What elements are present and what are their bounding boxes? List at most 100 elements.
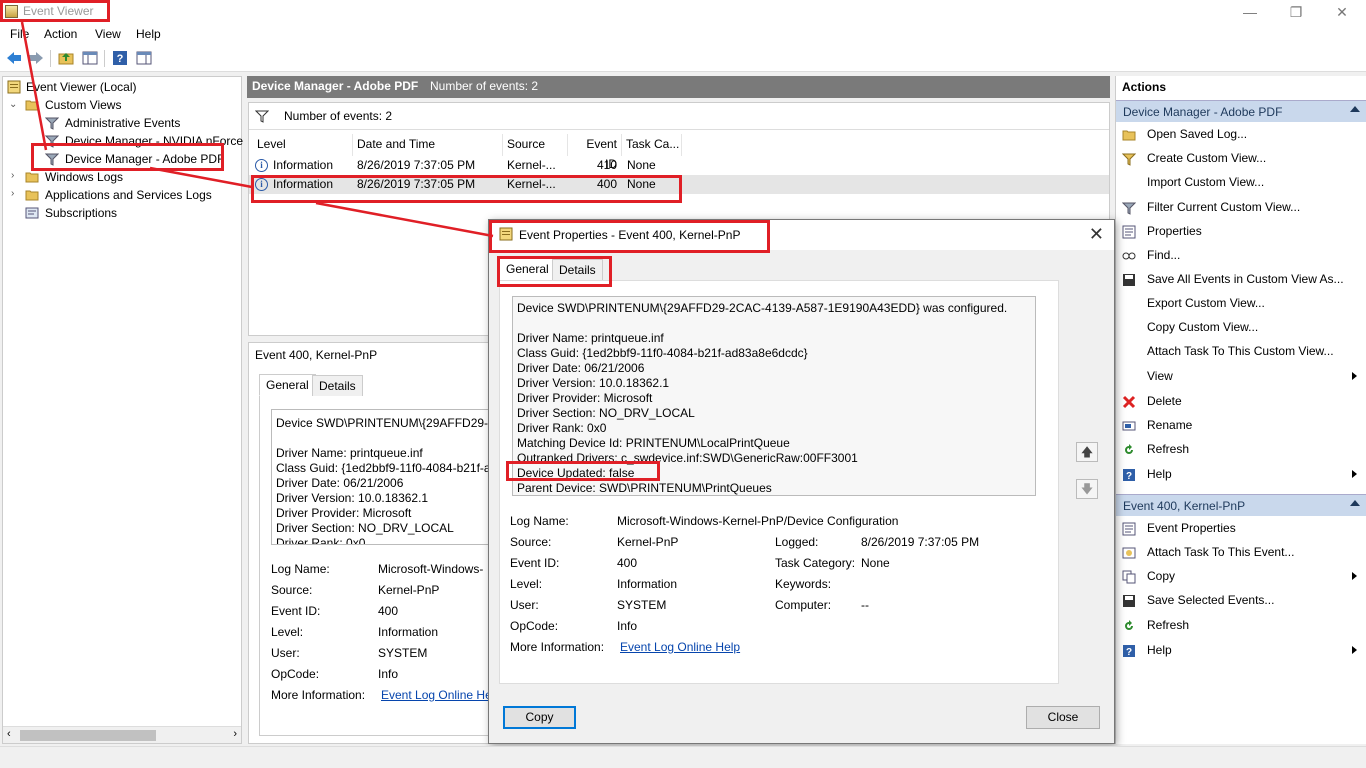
help-icon[interactable]: ? xyxy=(111,49,129,67)
row-event-id: 400 xyxy=(597,177,618,191)
section-label: Device Manager - Adobe PDF xyxy=(1123,105,1283,119)
actions-section-view[interactable]: Device Manager - Adobe PDF xyxy=(1116,100,1366,122)
view-title: Device Manager - Adobe PDF xyxy=(252,79,419,93)
column-task-category[interactable]: Task Ca... xyxy=(622,134,682,156)
action-export-custom-view[interactable]: Export Custom View... xyxy=(1116,292,1366,314)
action-help[interactable]: ? Help xyxy=(1116,463,1366,485)
row-source: Kernel-... xyxy=(507,158,556,172)
copy-button[interactable]: Copy xyxy=(503,706,576,729)
show-hide-tree-icon[interactable] xyxy=(81,49,99,67)
action-save-all-events[interactable]: Save All Events in Custom View As... xyxy=(1116,268,1366,290)
action-label: Save Selected Events... xyxy=(1147,593,1275,607)
folder-up-icon[interactable] xyxy=(57,49,75,67)
collapse-icon[interactable] xyxy=(1350,106,1360,112)
close-window-button[interactable]: ✕ xyxy=(1319,2,1365,22)
column-source[interactable]: Source xyxy=(503,134,568,156)
next-event-arrow-icon[interactable]: 🡇 xyxy=(1076,479,1098,499)
action-label: Copy Custom View... xyxy=(1147,320,1259,334)
tree-horizontal-scrollbar[interactable]: ‹ › xyxy=(3,726,241,743)
previous-event-arrow-icon[interactable]: 🡅 xyxy=(1076,442,1098,462)
value-user: SYSTEM xyxy=(617,598,667,612)
event-log-online-help-link[interactable]: Event Log Online Help xyxy=(620,640,740,654)
desc-line: Driver Section: NO_DRV_LOCAL xyxy=(276,521,454,535)
label-user: User: xyxy=(271,646,300,660)
action-filter-current-view[interactable]: Filter Current Custom View... xyxy=(1116,196,1366,218)
actions-section-event[interactable]: Event 400, Kernel-PnP xyxy=(1116,494,1366,516)
dialog-tab-details[interactable]: Details xyxy=(552,259,603,281)
folder-icon xyxy=(25,98,39,112)
action-view[interactable]: View xyxy=(1116,365,1366,387)
action-attach-task-view[interactable]: Attach Task To This Custom View... xyxy=(1116,340,1366,362)
submenu-arrow-icon xyxy=(1352,646,1357,654)
close-button[interactable]: Close xyxy=(1026,706,1100,729)
preview-tab-details[interactable]: Details xyxy=(312,375,363,397)
action-help[interactable]: ? Help xyxy=(1116,639,1366,661)
value-source: Kernel-PnP xyxy=(378,583,440,597)
desc-line: Driver Name: printqueue.inf xyxy=(276,446,423,460)
tree-label-root: Event Viewer (Local) xyxy=(26,80,137,94)
action-copy-custom-view[interactable]: Copy Custom View... xyxy=(1116,316,1366,338)
menu-action[interactable]: Action xyxy=(44,27,77,41)
action-save-selected-events[interactable]: Save Selected Events... xyxy=(1116,589,1366,611)
label-user: User: xyxy=(510,598,539,612)
dialog-close-icon[interactable]: ✕ xyxy=(1089,224,1104,245)
minimize-button[interactable]: — xyxy=(1227,2,1273,22)
information-icon: i xyxy=(255,178,268,191)
filter-icon xyxy=(44,116,60,130)
properties-icon xyxy=(1122,224,1136,239)
tree-label-apps-services: Applications and Services Logs xyxy=(45,188,212,202)
restore-button[interactable]: ❐ xyxy=(1273,2,1319,22)
tree-label-subscriptions: Subscriptions xyxy=(45,206,118,220)
label-computer: Computer: xyxy=(775,598,832,612)
actions-pane: Actions Device Manager - Adobe PDF Open … xyxy=(1115,76,1366,744)
action-attach-task-event[interactable]: Attach Task To This Event... xyxy=(1116,541,1366,563)
action-delete[interactable]: Delete xyxy=(1116,390,1366,412)
folder-icon xyxy=(25,188,39,202)
action-refresh[interactable]: Refresh xyxy=(1116,614,1366,636)
forward-arrow-icon[interactable] xyxy=(27,49,45,67)
scroll-thumb[interactable] xyxy=(20,730,156,741)
chevron-right-icon[interactable]: › xyxy=(11,170,14,181)
value-log-name: Microsoft-Windows-Kernel-PnP/Device Conf… xyxy=(617,514,899,528)
scroll-right-icon[interactable]: › xyxy=(233,728,237,740)
event-row-selected[interactable]: i Information 8/26/2019 7:37:05 PM Kerne… xyxy=(249,175,1109,194)
event-row[interactable]: i Information 8/26/2019 7:37:05 PM Kerne… xyxy=(249,156,1109,175)
event-log-help-link[interactable]: Event Log Online He xyxy=(381,688,492,702)
desc-line: Driver Date: 06/21/2006 xyxy=(517,361,645,375)
middle-pane-header: Device Manager - Adobe PDF Number of eve… xyxy=(247,76,1110,98)
label-more-info: More Information: xyxy=(271,688,366,702)
menu-help[interactable]: Help xyxy=(136,27,161,41)
action-label: Export Custom View... xyxy=(1147,296,1265,310)
action-label: Attach Task To This Custom View... xyxy=(1147,344,1334,358)
menu-view[interactable]: View xyxy=(95,27,121,41)
menu-file[interactable]: File xyxy=(10,27,29,41)
action-import-custom-view[interactable]: Import Custom View... xyxy=(1116,171,1366,193)
action-label: Refresh xyxy=(1147,618,1190,632)
row-event-id: 410 xyxy=(597,158,618,172)
help-icon: ? xyxy=(1122,643,1136,658)
dialog-tab-general[interactable]: General xyxy=(499,258,556,280)
device-updated-line: Device Updated: false xyxy=(517,466,635,480)
column-date-time[interactable]: Date and Time xyxy=(353,134,503,156)
action-event-properties[interactable]: Event Properties xyxy=(1116,517,1366,539)
collapse-icon[interactable] xyxy=(1350,500,1360,506)
action-label: Attach Task To This Event... xyxy=(1147,545,1295,559)
show-action-pane-icon[interactable] xyxy=(135,49,153,67)
delete-icon xyxy=(1122,394,1136,409)
back-arrow-icon[interactable] xyxy=(5,49,23,67)
chevron-down-icon[interactable]: ⌄ xyxy=(9,99,17,110)
action-refresh[interactable]: Refresh xyxy=(1116,438,1366,460)
action-rename[interactable]: Rename xyxy=(1116,414,1366,436)
action-properties[interactable]: Properties xyxy=(1116,220,1366,242)
preview-tab-general[interactable]: General xyxy=(259,374,316,396)
column-level[interactable]: Level xyxy=(253,134,353,156)
actions-title: Actions xyxy=(1122,80,1167,94)
action-open-saved-log[interactable]: Open Saved Log... xyxy=(1116,123,1366,145)
desc-line: Driver Version: 10.0.18362.1 xyxy=(276,491,429,505)
chevron-right-icon[interactable]: › xyxy=(11,188,14,199)
column-event-id[interactable]: Event ID xyxy=(568,134,622,171)
action-create-custom-view[interactable]: Create Custom View... xyxy=(1116,147,1366,169)
action-find[interactable]: Find... xyxy=(1116,244,1366,266)
action-copy[interactable]: Copy xyxy=(1116,565,1366,587)
scroll-left-icon[interactable]: ‹ xyxy=(7,728,11,740)
